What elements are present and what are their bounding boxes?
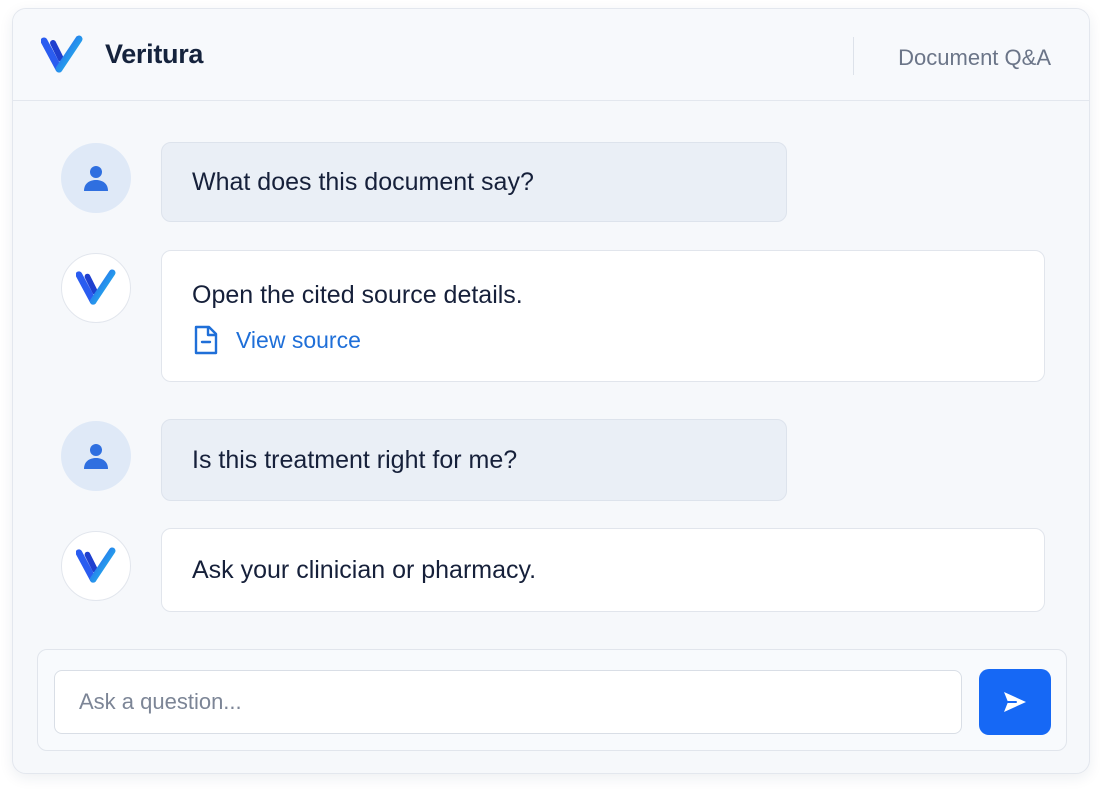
user-message-bubble: What does this document say? bbox=[161, 142, 787, 222]
user-avatar bbox=[61, 143, 131, 213]
send-arrow-icon bbox=[1004, 692, 1026, 712]
assistant-message-bubble: Open the cited source details. View sour… bbox=[161, 250, 1045, 382]
assistant-message-bubble: Ask your clinician or pharmacy. bbox=[161, 528, 1045, 612]
assistant-avatar bbox=[61, 531, 131, 601]
message-composer bbox=[37, 649, 1067, 751]
document-icon bbox=[194, 325, 218, 355]
person-icon bbox=[84, 166, 108, 191]
veritura-logo-icon bbox=[76, 269, 116, 305]
assistant-avatar bbox=[61, 253, 131, 323]
user-avatar bbox=[61, 421, 131, 491]
app-name: Veritura bbox=[105, 39, 204, 69]
user-message-bubble: Is this treatment right for me? bbox=[161, 419, 787, 501]
person-icon bbox=[84, 444, 108, 469]
assistant-message-text: Open the cited source details. bbox=[192, 281, 523, 309]
veritura-logo-icon bbox=[41, 35, 83, 73]
mode-label: Document Q&A bbox=[898, 45, 1051, 70]
send-button[interactable] bbox=[979, 669, 1051, 735]
user-message-text: What does this document say? bbox=[192, 168, 534, 196]
question-input[interactable] bbox=[54, 670, 962, 734]
user-message-text: Is this treatment right for me? bbox=[192, 446, 518, 474]
view-source-label: View source bbox=[236, 326, 361, 353]
assistant-message-text: Ask your clinician or pharmacy. bbox=[192, 556, 537, 584]
chat-window: Veritura Document Q&A What does this doc… bbox=[12, 8, 1090, 774]
header-divider bbox=[853, 37, 854, 75]
view-source-link[interactable]: View source bbox=[192, 325, 361, 355]
app-header: Veritura Document Q&A bbox=[13, 9, 1089, 101]
veritura-logo-icon bbox=[76, 547, 116, 583]
